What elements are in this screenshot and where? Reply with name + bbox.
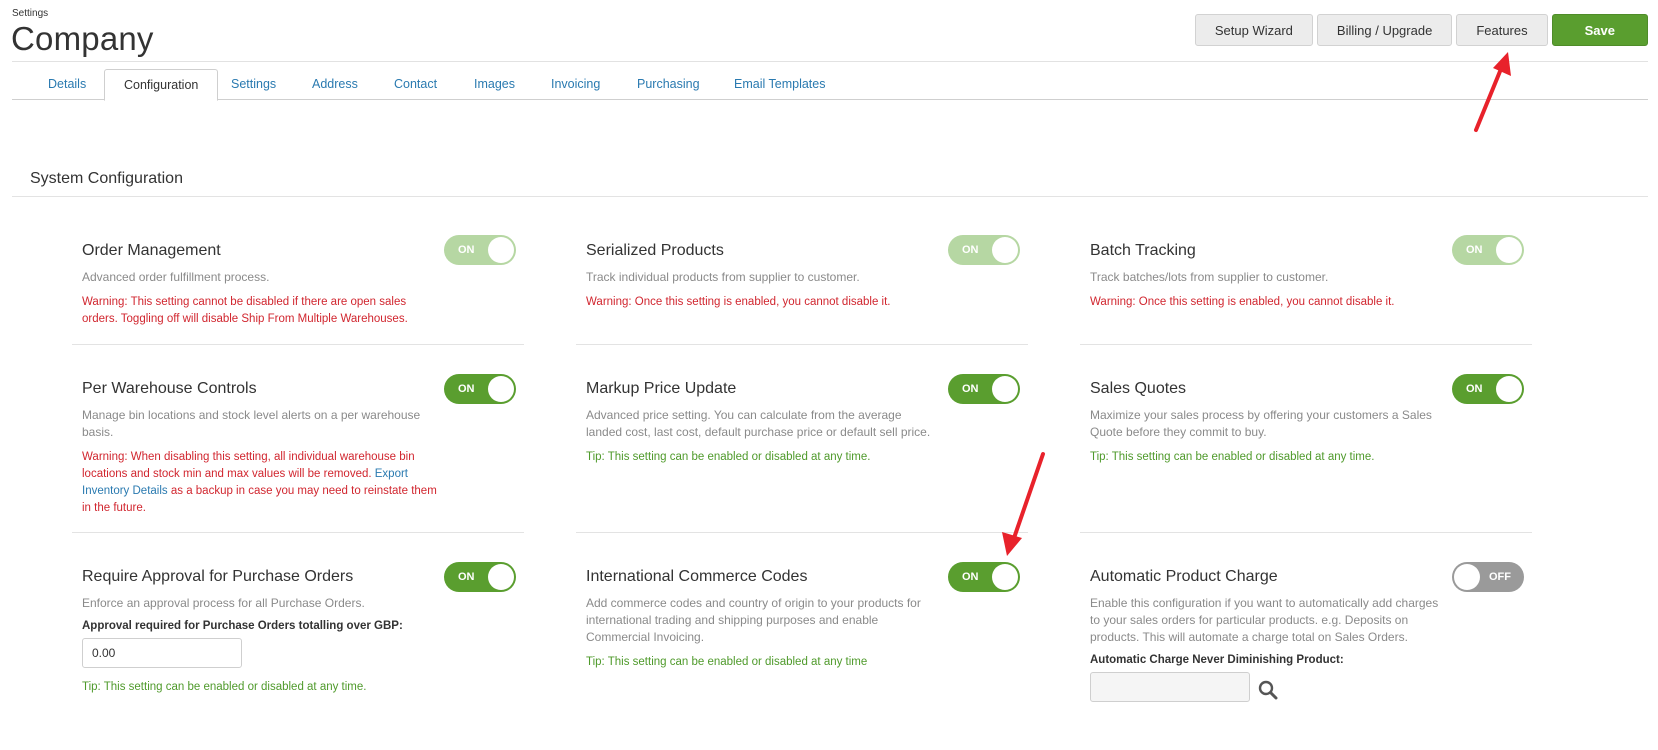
toggle-label: ON (962, 571, 979, 583)
tip-text: This setting can be enabled or disabled … (100, 681, 367, 693)
tab-bar: Details Configuration Settings Address C… (12, 69, 1648, 101)
charge-product-input[interactable] (1090, 672, 1250, 702)
toggle-sales-quotes[interactable]: ON (1452, 374, 1524, 404)
card-description: Advanced order fulfillment process. (82, 270, 270, 284)
toggle-require-approval[interactable]: ON (444, 562, 516, 592)
toggle-serialized-products[interactable]: ON (948, 235, 1020, 265)
billing-upgrade-button[interactable]: Billing / Upgrade (1316, 14, 1453, 46)
toggle-knob (488, 237, 514, 263)
warning-text: When disabling this setting, all individ… (82, 451, 415, 480)
card-warning: Warning: Once this setting is enabled, y… (586, 294, 1066, 311)
annotation-arrow-icon (1474, 52, 1511, 132)
toggle-knob (488, 376, 514, 402)
tab-contact[interactable]: Contact (375, 69, 456, 100)
toggle-knob (1454, 564, 1480, 590)
breadcrumb[interactable]: Settings (12, 8, 48, 19)
card-warning: Warning: When disabling this setting, al… (82, 449, 440, 517)
header-actions: Setup Wizard Billing / Upgrade Features … (1194, 14, 1648, 46)
toggle-knob (992, 237, 1018, 263)
annotation-arrow-icon (1002, 452, 1045, 556)
tab-invoicing[interactable]: Invoicing (532, 69, 619, 100)
toggle-knob (992, 564, 1018, 590)
warning-label: Warning: (82, 451, 128, 463)
tab-address[interactable]: Address (293, 69, 377, 100)
toggle-knob (1496, 237, 1522, 263)
card-description: Track individual products from supplier … (586, 270, 860, 284)
tab-images[interactable]: Images (455, 69, 534, 100)
tip-text: This setting can be enabled or disabled … (1108, 451, 1375, 463)
tip-label: Tip: (1090, 451, 1109, 463)
toggle-label: ON (1466, 383, 1483, 395)
setup-wizard-button[interactable]: Setup Wizard (1194, 14, 1313, 46)
toggle-label: OFF (1489, 571, 1511, 583)
warning-label: Warning: (586, 296, 632, 308)
toggle-knob (992, 376, 1018, 402)
toggle-batch-tracking[interactable]: ON (1452, 235, 1524, 265)
row-divider (1080, 532, 1532, 533)
section-divider (12, 196, 1648, 197)
card-description: Track batches/lots from supplier to cust… (1090, 270, 1329, 284)
charge-product-label: Automatic Charge Never Diminishing Produ… (1090, 654, 1344, 666)
row-divider (576, 532, 1028, 533)
warning-text: Once this setting is enabled, you cannot… (631, 296, 891, 308)
tab-details[interactable]: Details (29, 69, 105, 100)
toggle-knob (1496, 376, 1522, 402)
row-divider (72, 532, 524, 533)
card-tip: Tip: This setting can be enabled or disa… (82, 679, 562, 696)
page-title: Company (11, 20, 154, 57)
save-button[interactable]: Save (1551, 14, 1648, 46)
search-icon[interactable] (1257, 679, 1279, 701)
toggle-per-warehouse-controls[interactable]: ON (444, 374, 516, 404)
tab-email-templates[interactable]: Email Templates (715, 69, 844, 100)
card-tip: Tip: This setting can be enabled or disa… (1090, 449, 1570, 466)
card-description: Maximize your sales process by offering … (1090, 408, 1432, 439)
toggle-label: ON (962, 383, 979, 395)
tip-label: Tip: (82, 681, 101, 693)
toggle-order-management[interactable]: ON (444, 235, 516, 265)
row-divider (576, 344, 1028, 345)
toggle-label: ON (458, 244, 475, 256)
row-divider (72, 344, 524, 345)
warning-label: Warning: (82, 296, 128, 308)
card-tip: Tip: This setting can be enabled or disa… (586, 449, 1066, 466)
card-description: Enforce an approval process for all Purc… (82, 596, 365, 610)
warning-label: Warning: (1090, 296, 1136, 308)
warning-text: This setting cannot be disabled if there… (82, 296, 408, 325)
toggle-label: ON (458, 571, 475, 583)
card-description: Add commerce codes and country of origin… (586, 596, 921, 644)
toggle-international-commerce-codes[interactable]: ON (948, 562, 1020, 592)
row-divider (1080, 344, 1532, 345)
card-tip: Tip: This setting can be enabled or disa… (586, 654, 1066, 671)
tab-settings[interactable]: Settings (212, 69, 295, 100)
tip-label: Tip: (586, 451, 605, 463)
header-divider (12, 61, 1648, 62)
card-warning: Warning: Once this setting is enabled, y… (1090, 294, 1570, 311)
card-description: Manage bin locations and stock level ale… (82, 408, 421, 439)
card-description: Enable this configuration if you want to… (1090, 596, 1439, 644)
card-description: Advanced price setting. You can calculat… (586, 408, 931, 439)
approval-threshold-label: Approval required for Purchase Orders to… (82, 620, 403, 632)
tip-label: Tip: (586, 656, 605, 668)
tip-text: This setting can be enabled or disabled … (604, 656, 868, 668)
tab-configuration[interactable]: Configuration (104, 69, 219, 101)
card-warning: Warning: This setting cannot be disabled… (82, 294, 432, 328)
section-title: System Configuration (30, 170, 183, 187)
toggle-label: ON (962, 244, 979, 256)
toggle-automatic-product-charge[interactable]: OFF (1452, 562, 1524, 592)
features-button[interactable]: Features (1456, 14, 1548, 46)
tip-text: This setting can be enabled or disabled … (604, 451, 871, 463)
warning-text: Once this setting is enabled, you cannot… (1135, 296, 1395, 308)
tab-purchasing[interactable]: Purchasing (618, 69, 719, 100)
toggle-knob (488, 564, 514, 590)
toggle-markup-price-update[interactable]: ON (948, 374, 1020, 404)
toggle-label: ON (1466, 244, 1483, 256)
approval-threshold-input[interactable] (82, 638, 242, 668)
toggle-label: ON (458, 383, 475, 395)
